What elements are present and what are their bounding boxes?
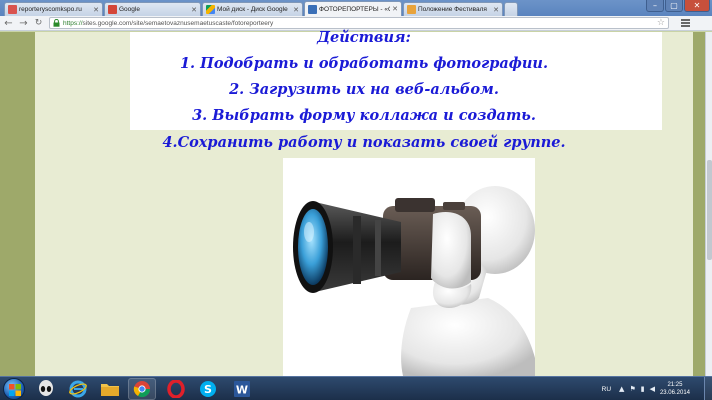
windows-logo-icon <box>9 384 21 396</box>
url-scheme: https:// <box>63 19 83 27</box>
browser-tab[interactable]: reporteryscomkspo.ru ✕ <box>4 2 103 16</box>
tab-close-icon[interactable]: ✕ <box>493 6 499 14</box>
browser-tab[interactable]: Google ✕ <box>104 2 201 16</box>
taskbar-app-microsoft-word[interactable]: W <box>228 378 256 400</box>
close-window-button[interactable]: ✕ <box>684 0 710 12</box>
browser-tab-active[interactable]: ФОТОРЕПОРТЁРЫ - «Си ✕ <box>304 1 402 16</box>
document-favicon-icon <box>407 5 416 14</box>
close-icon: ✕ <box>693 1 701 10</box>
page-scrollbar[interactable] <box>705 32 712 376</box>
actions-heading: Действия: <box>317 29 411 46</box>
folder-icon <box>101 384 119 396</box>
step-2: 2. Загрузить их на веб-альбом. <box>229 81 499 98</box>
taskbar-app-alien[interactable] <box>32 378 60 400</box>
arrow-right-icon: → <box>19 17 28 29</box>
tab-title: ФОТОРЕПОРТЁРЫ - «Си <box>319 5 391 13</box>
forward-button[interactable]: → <box>17 17 30 30</box>
window-controls: – ▢ ✕ <box>646 0 710 12</box>
internet-explorer-icon <box>69 380 87 398</box>
system-tray: RU ▲ ⚑ ▮ ◀ 21:25 23.06.2014 <box>602 377 712 400</box>
browser-tab-strip: reporteryscomkspo.ru ✕ Google ✕ Мой диск… <box>0 0 712 16</box>
tab-close-icon[interactable]: ✕ <box>392 5 398 13</box>
tab-title: reporteryscomkspo.ru <box>19 6 82 13</box>
tab-title: Положение Фестиваля <box>418 6 487 13</box>
url-text: https://sites.google.com/site/semaetovaz… <box>63 20 273 27</box>
svg-text:W: W <box>236 384 248 397</box>
minimize-button[interactable]: – <box>646 0 664 12</box>
step-3: 3. Выбрать форму коллажа и создать. <box>192 107 536 124</box>
chrome-icon <box>133 381 151 398</box>
tab-close-icon[interactable]: ✕ <box>191 6 197 14</box>
taskbar-app-opera[interactable] <box>162 378 190 400</box>
left-margin <box>0 32 35 376</box>
language-indicator[interactable]: RU <box>602 386 611 393</box>
step-4: 4.Сохранить работу и показать своей груп… <box>162 134 566 151</box>
google-sites-favicon-icon <box>308 4 317 14</box>
tab-close-icon[interactable]: ✕ <box>93 6 99 14</box>
right-margin <box>693 32 705 376</box>
reload-button[interactable]: ↻ <box>32 17 45 30</box>
start-button[interactable] <box>3 378 25 400</box>
step-1: 1. Подобрать и обработать фотографии. <box>179 55 549 72</box>
maximize-icon: ▢ <box>670 1 678 10</box>
svg-text:S: S <box>204 383 212 396</box>
google-plus-favicon-icon <box>108 5 117 14</box>
taskbar-app-internet-explorer[interactable] <box>64 378 92 400</box>
opera-icon <box>167 380 185 398</box>
tab-close-icon[interactable]: ✕ <box>293 6 299 14</box>
lock-icon <box>53 19 60 27</box>
taskbar-app-skype[interactable]: S <box>194 378 222 400</box>
camera-figure-image <box>293 186 535 376</box>
maximize-button[interactable]: ▢ <box>665 0 683 12</box>
photographer-illustration <box>283 158 535 376</box>
minimize-icon: – <box>653 1 657 10</box>
site-favicon-icon <box>8 5 17 14</box>
network-icon[interactable]: ▮ <box>641 385 645 393</box>
url-path: sites.google.com/site/semaetovaznusemaet… <box>82 19 274 27</box>
reload-icon: ↻ <box>34 18 43 28</box>
alien-head-icon <box>39 380 53 396</box>
tray-expand-icon[interactable]: ▲ <box>619 385 624 393</box>
tab-title: Мой диск - Диск Google <box>217 6 288 13</box>
word-icon: W <box>234 381 250 397</box>
tab-title: Google <box>119 6 140 13</box>
back-button[interactable]: ← <box>2 17 15 30</box>
browser-tab[interactable]: Мой диск - Диск Google ✕ <box>202 2 303 16</box>
windows-taskbar: S W RU ▲ ⚑ ▮ ◀ 21:25 23.06.2014 <box>0 376 712 400</box>
taskbar-app-chrome[interactable] <box>128 378 156 400</box>
volume-icon[interactable]: ◀ <box>650 385 655 393</box>
google-drive-favicon-icon <box>206 5 215 14</box>
action-center-flag-icon[interactable]: ⚑ <box>629 385 635 393</box>
scrollbar-thumb[interactable] <box>707 160 712 260</box>
skype-icon: S <box>200 381 216 397</box>
browser-menu-icon[interactable] <box>681 19 690 27</box>
system-clock[interactable]: 21:25 23.06.2014 <box>660 381 690 397</box>
bookmark-star-icon[interactable]: ☆ <box>657 18 665 28</box>
new-tab-button[interactable] <box>504 2 518 16</box>
clock-time: 21:25 <box>667 382 683 388</box>
address-bar[interactable]: https://sites.google.com/site/semaetovaz… <box>49 17 669 29</box>
show-desktop-button[interactable] <box>704 377 712 400</box>
arrow-left-icon: ← <box>4 17 13 29</box>
taskbar-app-file-explorer[interactable] <box>96 378 124 400</box>
browser-tab[interactable]: Положение Фестиваля ✕ <box>403 2 503 16</box>
clock-date: 23.06.2014 <box>659 390 690 396</box>
web-page: Действия: 1. Подобрать и обработать фото… <box>0 29 712 376</box>
